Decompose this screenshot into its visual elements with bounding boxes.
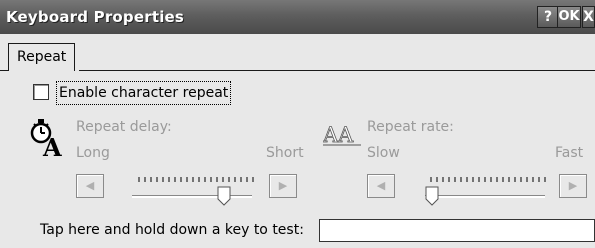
ok-button[interactable]: OK [557,6,581,28]
left-arrow-icon: ◀ [376,179,386,192]
close-button[interactable]: X [582,6,595,28]
repeat-rate-label: Repeat rate: [367,119,454,135]
test-label: Tap here and hold down a key to test: [40,222,304,238]
keyboard-properties-dialog: Keyboard Properties ? OK X Repeat Enable… [0,0,595,248]
rate-increase-button[interactable]: ▶ [559,174,587,198]
svg-text:A: A [323,123,339,147]
delay-short-label: Short [266,145,304,161]
double-a-icon: A A [323,123,361,147]
delay-decrease-button[interactable]: ◀ [76,174,104,198]
delay-slider-ticks [138,177,254,182]
delay-long-label: Long [76,145,110,161]
right-arrow-icon: ▶ [568,179,578,192]
svg-text:A: A [337,123,354,147]
tab-repeat[interactable]: Repeat [8,43,76,71]
rate-slider-track[interactable] [425,195,545,198]
repeat-delay-label: Repeat delay: [76,119,172,135]
left-arrow-icon: ◀ [85,179,95,192]
rate-fast-label: Fast [555,145,584,161]
delay-slider-track[interactable] [132,195,252,198]
test-input[interactable] [319,219,595,242]
rate-slow-label: Slow [367,145,400,161]
rate-slider-thumb[interactable] [425,186,439,206]
delay-slider-thumb[interactable] [217,186,231,206]
window-title: Keyboard Properties [6,8,185,26]
rate-slider-ticks [430,177,546,182]
stopwatch-a-icon: A [30,119,62,158]
tab-divider [79,70,595,71]
title-bar: Keyboard Properties ? OK X [0,0,595,34]
delay-increase-button[interactable]: ▶ [269,174,297,198]
right-arrow-icon: ▶ [278,179,288,192]
enable-repeat-checkbox[interactable] [33,84,49,100]
rate-decrease-button[interactable]: ◀ [367,174,395,198]
tab-divider [0,70,8,71]
help-button[interactable]: ? [537,6,559,28]
enable-repeat-label[interactable]: Enable character repeat [56,81,232,105]
svg-text:A: A [42,133,62,158]
